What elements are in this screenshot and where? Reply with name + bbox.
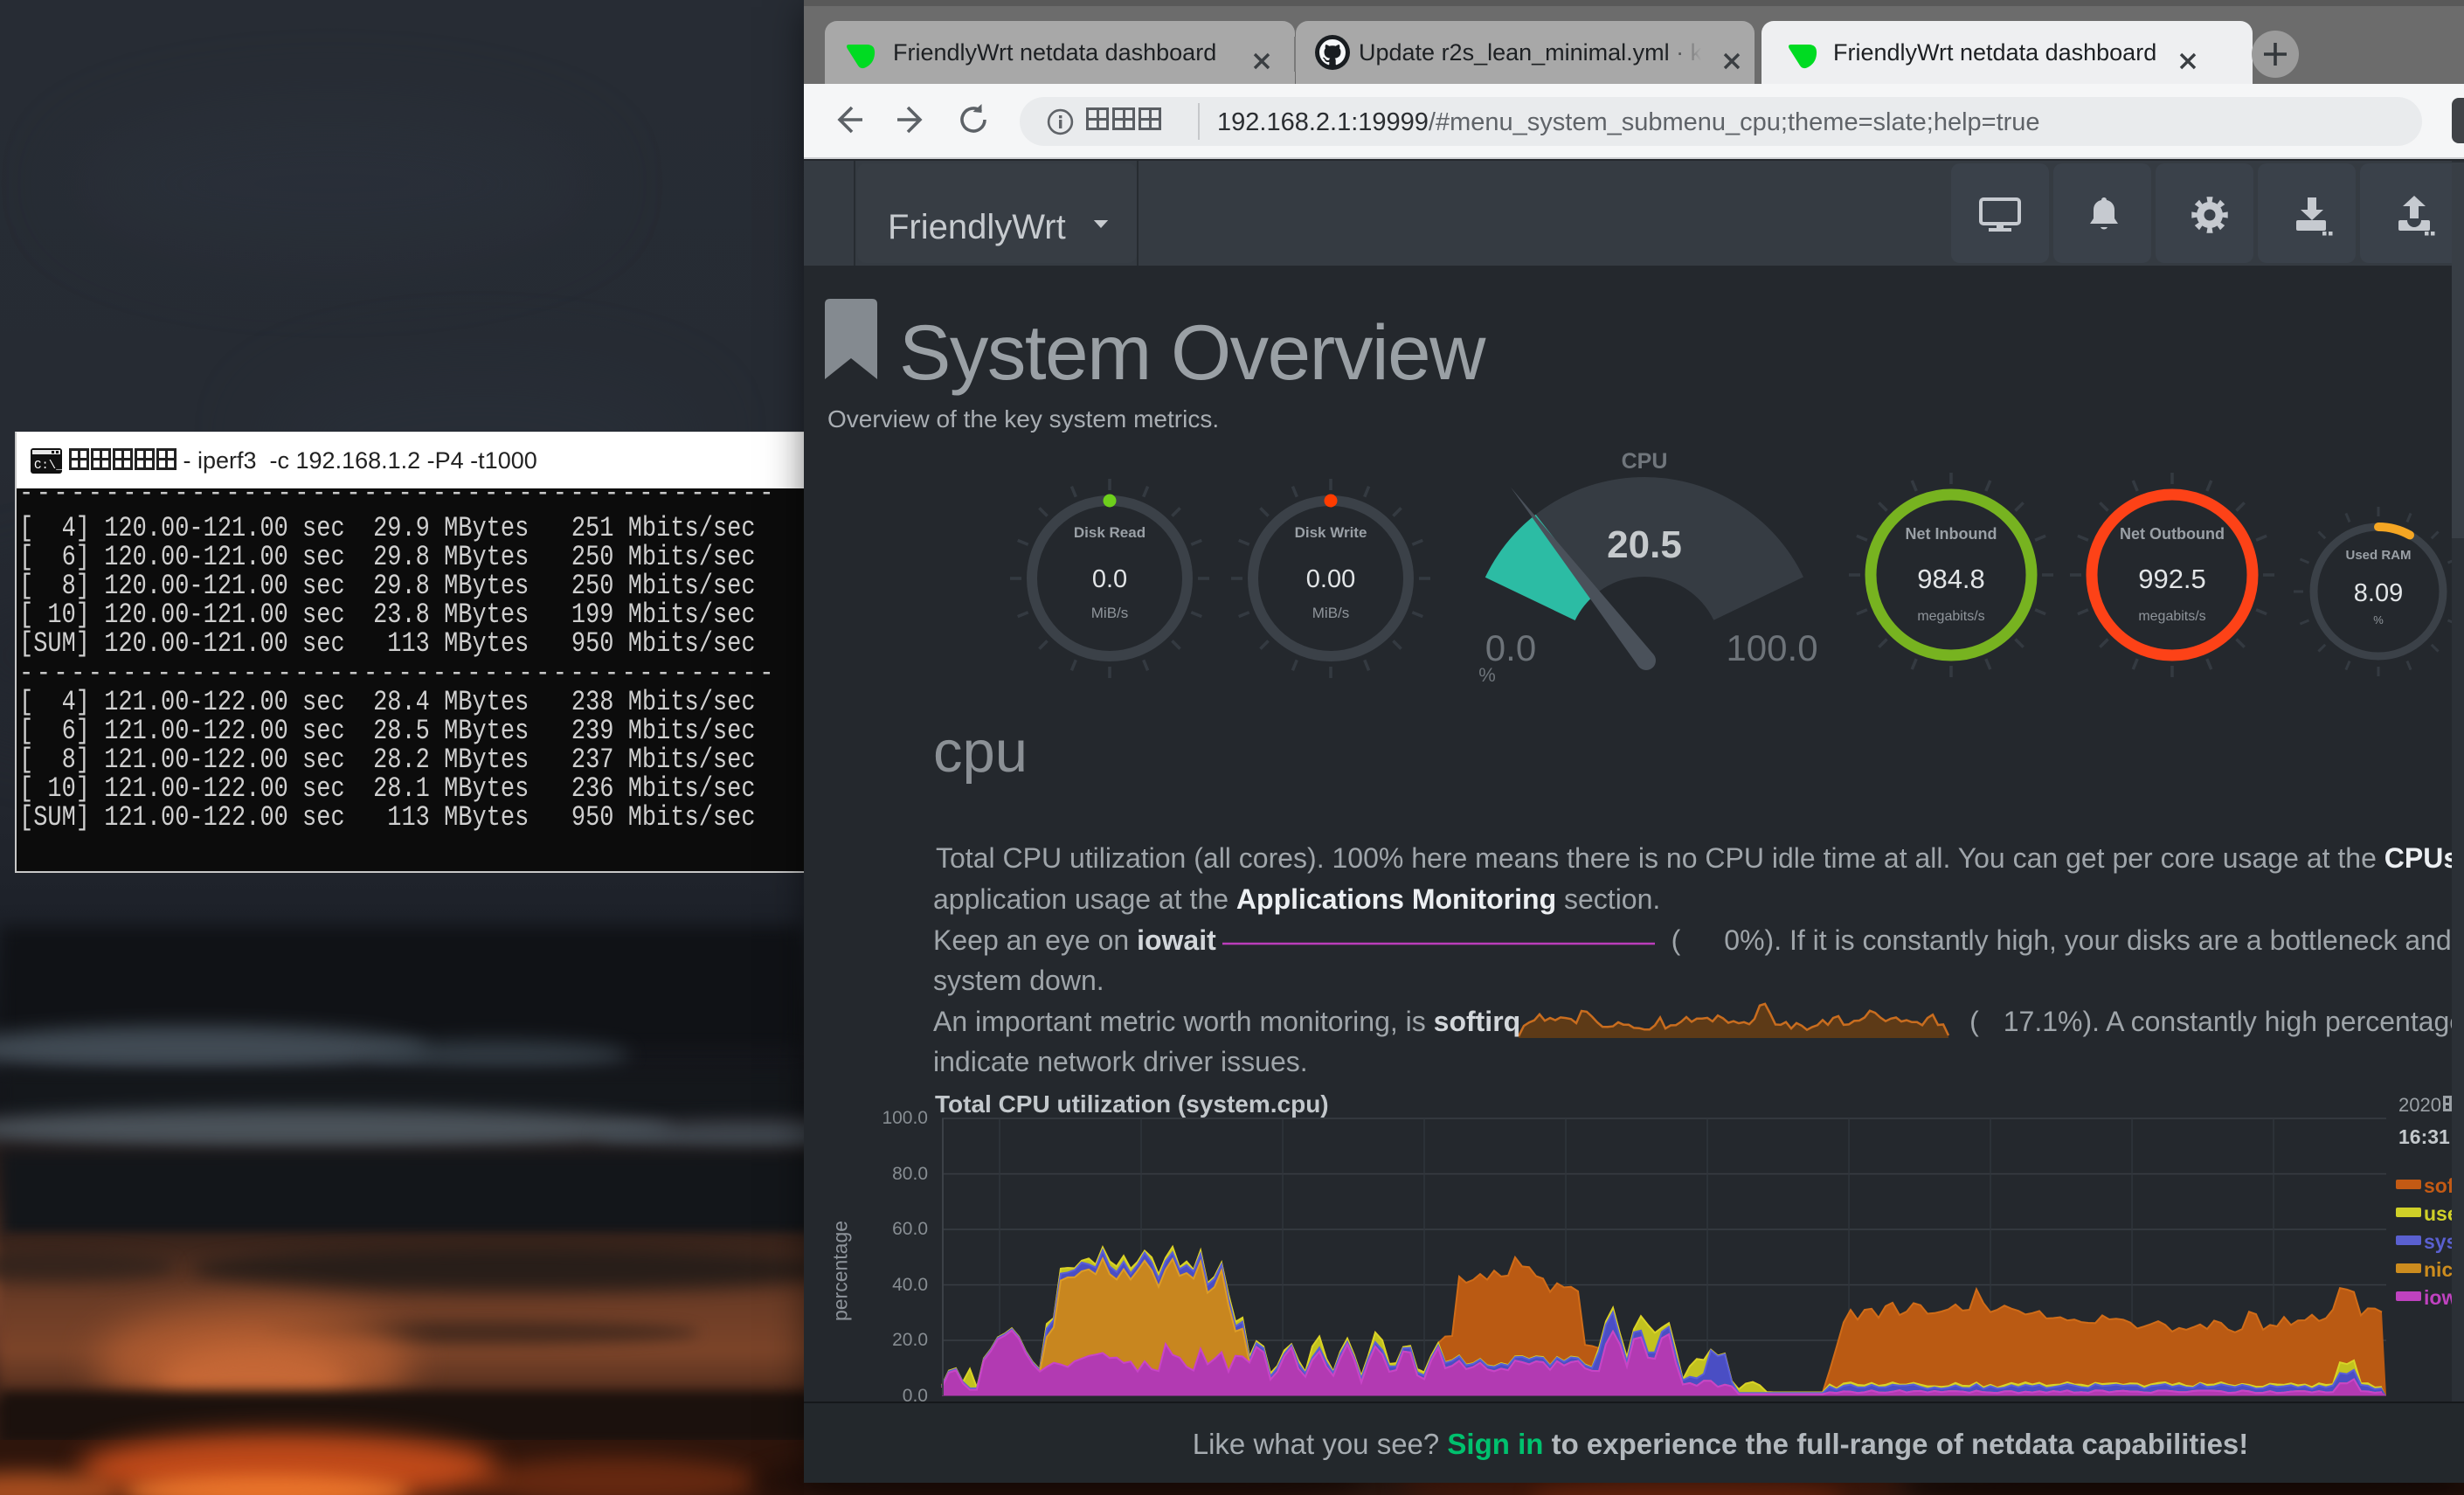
svg-text:C:\_: C:\_ (34, 459, 62, 473)
